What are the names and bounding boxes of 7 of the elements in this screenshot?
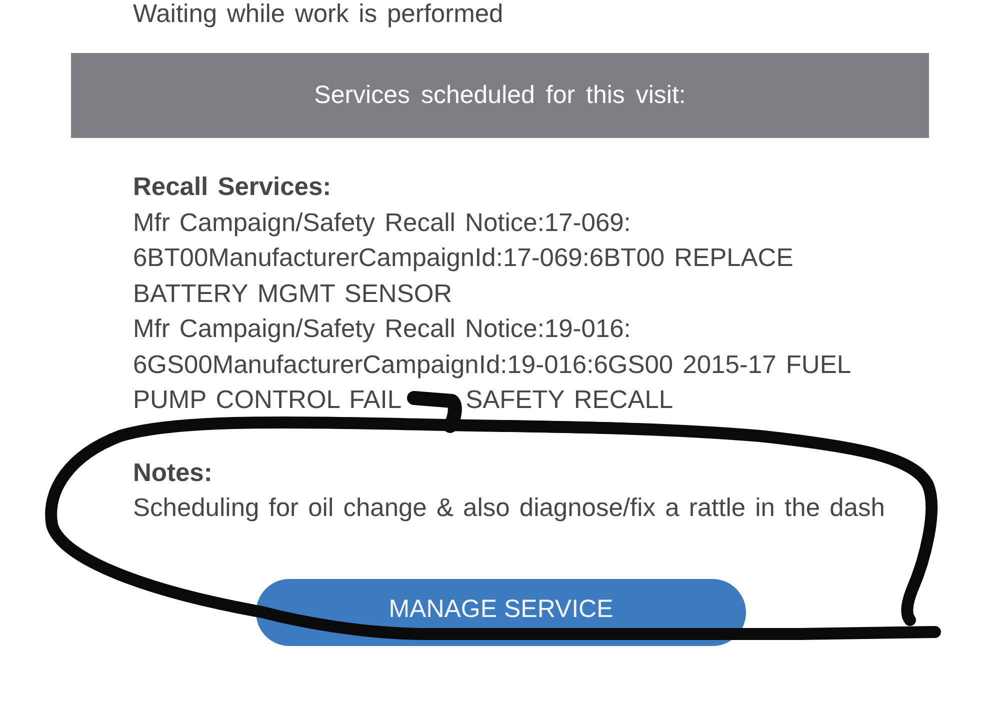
recall-services-heading: Recall Services: [133, 172, 332, 203]
recall-notice-text: Mfr Campaign/Safety Recall Notice:19-016: 6GS00ManufacturerCampaignId:19-016:6GS00 2015-17 FUEL PUMP CONTROL FAIL SAFETY RECALL [133, 314, 852, 416]
recall-notice-text: Mfr Campaign/Safety Recall Notice:17-069: 6BT00ManufacturerCampaignId:17-069:6BT00 REPLACE BATTERY MGMT SENSOR [133, 208, 794, 310]
notes-text: Scheduling for oil change & also diagnose/fix a rattle in the dash [133, 493, 886, 524]
notes-heading: Notes: [133, 458, 212, 488]
status-text: Waiting while work is performed [133, 0, 504, 28]
banner-title: Services scheduled for this visit: [314, 81, 686, 110]
